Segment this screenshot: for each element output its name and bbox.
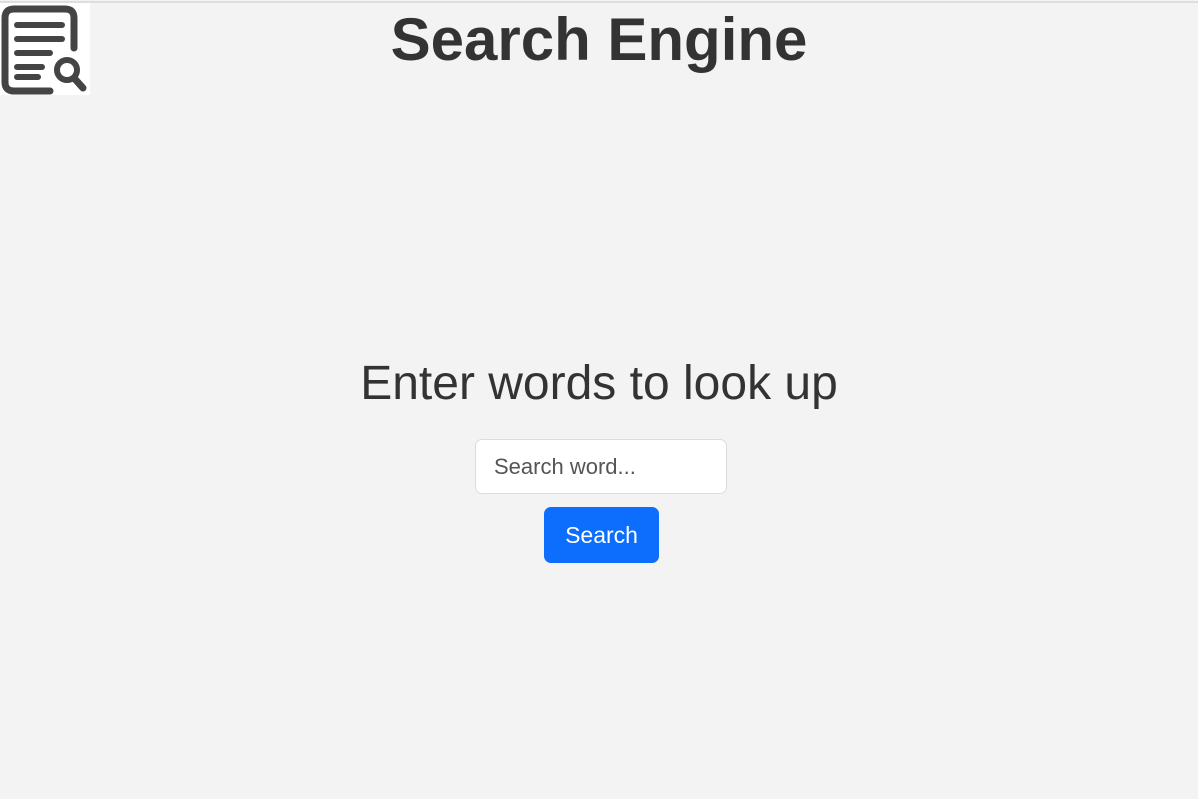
search-prompt: Enter words to look up bbox=[360, 357, 838, 410]
top-divider bbox=[0, 1, 1198, 3]
page-title: Search Engine bbox=[390, 6, 808, 73]
search-input[interactable] bbox=[475, 439, 727, 494]
page: Search Engine Enter words to look up Sea… bbox=[0, 0, 1198, 799]
search-button[interactable]: Search bbox=[544, 507, 659, 563]
